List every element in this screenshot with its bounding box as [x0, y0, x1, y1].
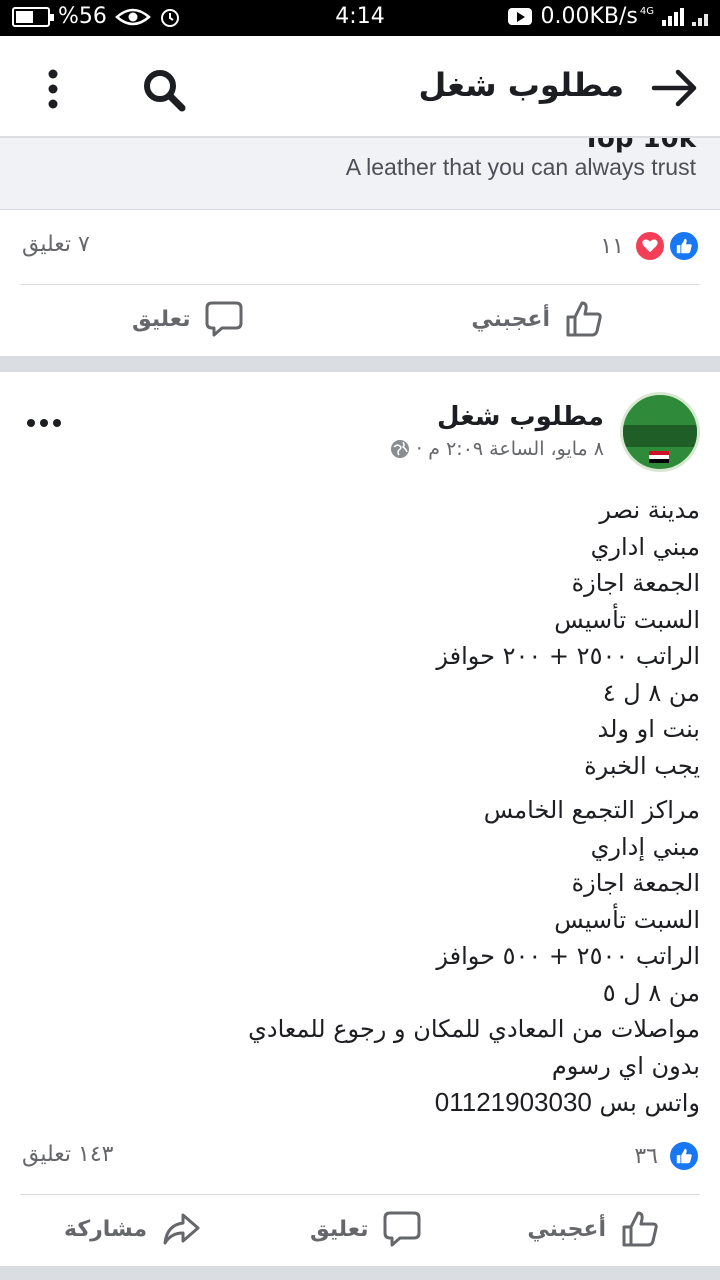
post-line: بنت او ولد — [597, 715, 700, 743]
comment-count[interactable]: ٧ تعليق — [22, 232, 90, 257]
phone-number[interactable]: 01121903030 — [435, 1087, 592, 1117]
search-icon[interactable] — [140, 66, 188, 114]
post-line: بدون اي رسوم — [551, 1051, 700, 1080]
love-reaction-icon[interactable] — [634, 230, 666, 262]
post-line: السبت تأسيس — [554, 905, 700, 934]
previous-post-actions: أعجبني تعليق — [20, 284, 700, 356]
egypt-flag-icon — [649, 451, 669, 463]
like-button[interactable]: أعجبني — [471, 299, 604, 339]
post-header: مطلوب شغل ٨ مايو، الساعة ٢:٠٩ م · — [0, 372, 720, 482]
app-bar: مطلوب شغل — [0, 36, 720, 138]
like-button[interactable]: أعجبني — [527, 1209, 660, 1249]
post-line: مراكز التجمع الخامس — [483, 796, 700, 824]
back-arrow-icon[interactable] — [650, 68, 698, 108]
like-label: أعجبني — [527, 1216, 606, 1242]
youtube-icon — [508, 8, 533, 25]
reaction-count[interactable]: ١١ — [600, 234, 624, 259]
share-label: مشاركة — [64, 1216, 148, 1242]
share-button[interactable]: مشاركة — [64, 1209, 201, 1249]
comment-button[interactable]: تعليق — [132, 299, 244, 339]
contact-line: واتس بس 01121903030 — [20, 1084, 700, 1122]
post-line: يجب الخبرة — [584, 751, 700, 780]
link-preview-description: A leather that you can always trust — [345, 154, 696, 180]
signal-icon — [662, 7, 684, 26]
post-divider — [0, 356, 720, 372]
post-timestamp[interactable]: ٨ مايو، الساعة ٢:٠٩ م · — [390, 438, 604, 460]
post-divider — [0, 1266, 720, 1280]
comment-button[interactable]: تعليق — [310, 1209, 422, 1249]
post-line: مواصلات من المعادي للمكان و رجوع للمعادي — [248, 1015, 700, 1043]
avatar[interactable] — [620, 392, 700, 472]
post-line: مبني إداري — [590, 832, 700, 861]
comment-count[interactable]: ١٤٣ تعليق — [22, 1142, 113, 1167]
comment-label: تعليق — [310, 1216, 369, 1242]
thumbs-up-icon — [622, 1211, 658, 1247]
like-reaction-icon[interactable] — [668, 230, 700, 262]
post-line: من ٨ ل ٤ — [602, 678, 700, 707]
link-preview-title: Top 10k — [582, 138, 696, 154]
more-options-icon[interactable] — [38, 66, 68, 114]
post-author[interactable]: مطلوب شغل — [437, 402, 604, 432]
comment-icon — [383, 1211, 421, 1247]
post-stats: ٣٦ ١٤٣ تعليق — [0, 1120, 720, 1194]
status-bar: %56 4:14 0.00KB/s 4G — [0, 0, 720, 36]
post-text: مدينة نصر مبني اداري الجمعة اجازة السبت … — [20, 492, 700, 1122]
previous-post-stats: ١١ ٧ تعليق — [0, 210, 720, 284]
post-line: الراتب ٢٥٠٠ + ٥٠٠ حوافز — [436, 942, 700, 970]
post-line: من ٨ ل ٥ — [602, 978, 700, 1007]
contact-prefix: واتس بس — [599, 1089, 700, 1117]
page-title: مطلوب شغل — [418, 66, 625, 104]
thumbs-up-icon — [566, 301, 602, 337]
network-speed: 0.00KB/s — [540, 4, 638, 29]
reaction-count[interactable]: ٣٦ — [634, 1144, 658, 1169]
post-line: الجمعة اجازة — [571, 569, 700, 597]
comment-icon — [205, 301, 243, 337]
like-reaction-icon[interactable] — [668, 1140, 700, 1172]
post-line: السبت تأسيس — [554, 605, 700, 634]
post-line: الراتب ٢٥٠٠ + ٢٠٠ حوافز — [436, 642, 700, 670]
post-more-icon[interactable] — [26, 416, 62, 430]
network-type: 4G — [639, 6, 654, 17]
globe-icon — [391, 440, 410, 458]
link-preview[interactable]: Top 10k A leather that you can always tr… — [0, 138, 720, 210]
share-arrow-icon — [163, 1213, 200, 1245]
post-line: الجمعة اجازة — [571, 869, 700, 897]
like-label: أعجبني — [471, 306, 550, 332]
post-actions: أعجبني تعليق مشاركة — [20, 1194, 700, 1266]
post-line: مبني اداري — [590, 532, 700, 561]
signal-icon-secondary — [692, 8, 708, 26]
post-line: مدينة نصر — [599, 496, 700, 524]
comment-label: تعليق — [132, 306, 191, 332]
